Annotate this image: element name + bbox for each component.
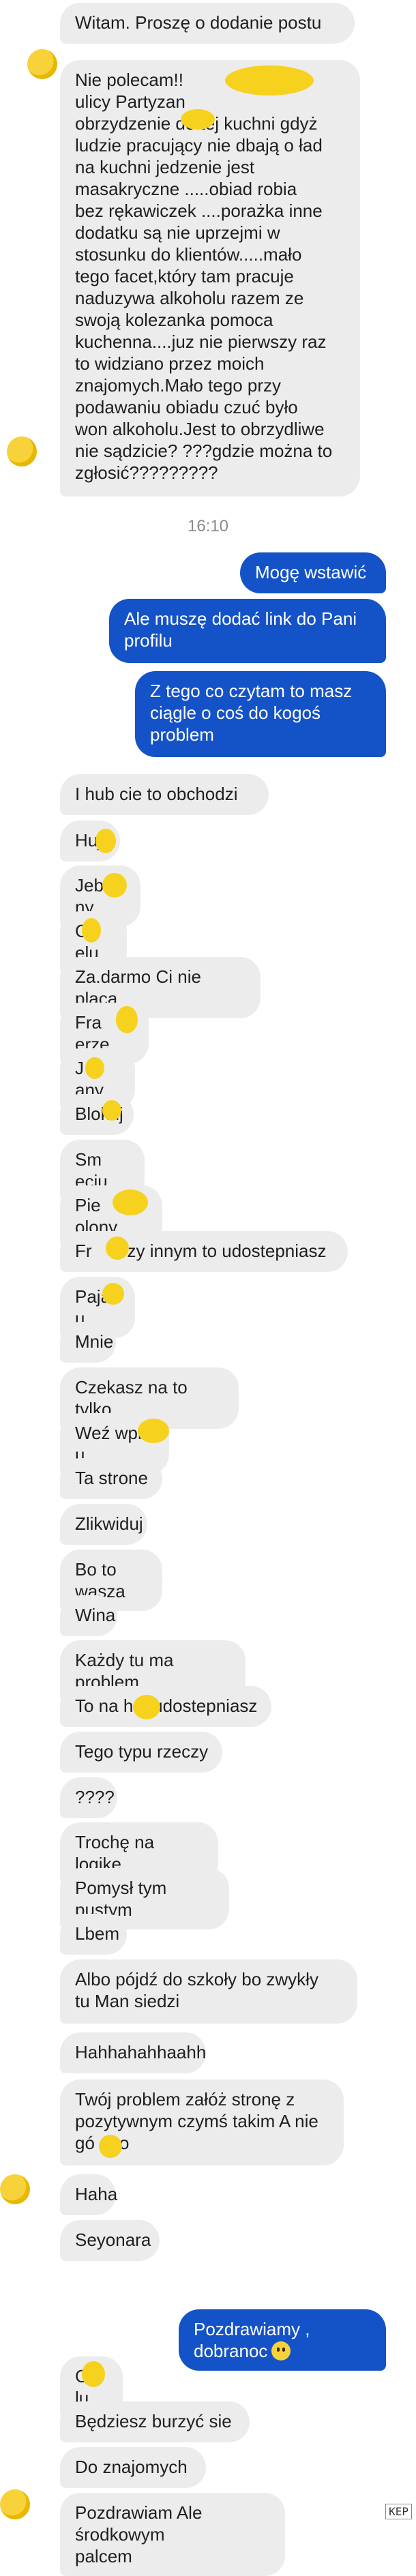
censor-blot bbox=[95, 829, 116, 853]
incoming-message-bubble[interactable]: Pozdrawiam Ale środkowym palcem bbox=[60, 2493, 285, 2576]
incoming-message-bubble[interactable]: Lbem bbox=[60, 1914, 127, 1955]
message-text: Haha bbox=[75, 2184, 118, 2204]
incoming-message-bubble[interactable]: Tego typu rzeczy bbox=[60, 1732, 222, 1773]
censor-blot bbox=[181, 109, 215, 130]
outgoing-message-bubble[interactable]: Ale muszę dodać link do Pani profilu bbox=[109, 599, 386, 663]
sender-avatar[interactable] bbox=[0, 2174, 30, 2204]
sender-avatar[interactable] bbox=[0, 2489, 30, 2519]
message-text: Do znajomych bbox=[75, 2457, 188, 2477]
incoming-message-bubble[interactable]: Albo pójdź do szkoły bo zwykły tu Man si… bbox=[60, 1959, 357, 2024]
censor-blot bbox=[82, 918, 101, 943]
censor-blot bbox=[225, 65, 314, 95]
message-text: Nie polecam!! k przy ulicy Partyzan obrz… bbox=[75, 70, 333, 483]
incoming-message-bubble[interactable]: Mnie bbox=[60, 1322, 116, 1363]
incoming-message-bubble[interactable]: To na h udostepniasz bbox=[60, 1686, 271, 1727]
censor-blot bbox=[82, 2361, 105, 2387]
censor-blot bbox=[133, 1695, 160, 1719]
message-text: Hahhahahhaahh bbox=[75, 2042, 207, 2062]
message-text: ???? bbox=[75, 1787, 115, 1807]
incoming-message-bubble[interactable]: I hub cie to obchodzi bbox=[60, 774, 269, 815]
incoming-message-bubble[interactable]: Blokuj bbox=[60, 1094, 134, 1135]
outgoing-message-bubble[interactable]: Pozdrawiamy , dobranoc bbox=[179, 2309, 386, 2371]
smiley-emoji-icon bbox=[271, 2341, 291, 2360]
censor-blot bbox=[113, 1189, 148, 1215]
censor-blot bbox=[99, 2135, 122, 2158]
site-watermark: KEP bbox=[385, 2504, 412, 2519]
censor-blot bbox=[102, 873, 127, 898]
message-text: Lbem bbox=[75, 1923, 120, 1944]
message-text: Wina bbox=[75, 1605, 116, 1625]
censor-blot bbox=[85, 1057, 104, 1079]
message-text: Albo pójdź do szkoły bo zwykły tu Man si… bbox=[75, 1969, 318, 2011]
message-text: Ale muszę dodać link do Pani profilu bbox=[124, 608, 357, 651]
censor-blot bbox=[138, 1419, 169, 1443]
message-text: Tego typu rzeczy bbox=[75, 1741, 209, 1762]
message-text: Mogę wstawić bbox=[255, 562, 367, 582]
incoming-message-bubble[interactable]: Do znajomych bbox=[60, 2447, 206, 2488]
message-text: Z tego co czytam to masz ciągle o coś do… bbox=[150, 681, 353, 745]
message-text: Będziesz burzyć sie bbox=[75, 2411, 232, 2431]
incoming-message-bubble[interactable]: Witam. Proszę o dodanie postu bbox=[60, 3, 355, 44]
message-text: Mnie bbox=[75, 1331, 114, 1352]
message-timestamp: 16:10 bbox=[187, 517, 229, 535]
message-text: To na h udostepniasz bbox=[75, 1696, 258, 1716]
incoming-message-bubble[interactable]: Hahhahahhaahh bbox=[60, 2032, 206, 2073]
incoming-message-bubble[interactable]: Fr erzy innym to udostepniasz bbox=[60, 1231, 348, 1272]
message-text: I hub cie to obchodzi bbox=[75, 784, 238, 804]
incoming-message-bubble[interactable]: Zlikwiduj bbox=[60, 1504, 147, 1545]
incoming-message-bubble[interactable]: Będziesz burzyć sie bbox=[60, 2401, 250, 2442]
outgoing-message-bubble[interactable]: Z tego co czytam to masz ciągle o coś do… bbox=[135, 671, 386, 757]
message-text: Zlikwiduj bbox=[75, 1513, 143, 1534]
message-text: Seyonara bbox=[75, 2230, 151, 2250]
message-text: Witam. Proszę o dodanie postu bbox=[75, 12, 322, 33]
chat-thread: 16:10 KEP Witam. Proszę o dodanie postu N… bbox=[0, 0, 416, 2576]
censor-blot bbox=[116, 1006, 138, 1033]
message-text: Pozdrawiam Ale środkowym palcem bbox=[75, 2502, 203, 2566]
message-text: Ta strone bbox=[75, 1468, 148, 1488]
censor-blot bbox=[106, 1237, 129, 1260]
censor-blot bbox=[102, 1100, 121, 1121]
incoming-message-bubble[interactable]: Seyonara bbox=[60, 2220, 160, 2261]
sender-avatar[interactable] bbox=[27, 49, 57, 79]
censor-blot bbox=[102, 1283, 124, 1305]
outgoing-message-bubble[interactable]: Mogę wstawić bbox=[240, 552, 386, 593]
message-text: Pozdrawiamy , dobranoc bbox=[194, 2319, 315, 2361]
incoming-message-bubble[interactable]: Wina bbox=[60, 1595, 117, 1636]
incoming-message-bubble[interactable]: Ta strone bbox=[60, 1458, 162, 1499]
incoming-message-bubble[interactable]: ???? bbox=[60, 1777, 117, 1818]
incoming-message-bubble[interactable]: Haha bbox=[60, 2174, 118, 2215]
sender-avatar[interactable] bbox=[7, 436, 37, 467]
